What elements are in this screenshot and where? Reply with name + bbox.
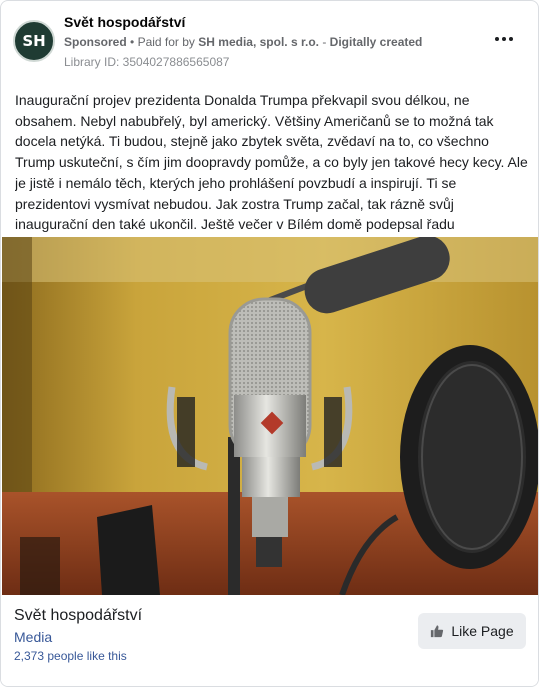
ad-body-text: Inaugurační projev prezidenta Donalda Tr… bbox=[15, 92, 528, 233]
more-dots-icon bbox=[502, 37, 506, 41]
footer-page-name[interactable]: Svět hospodářství bbox=[14, 607, 142, 625]
library-id: Library ID: 3504027886565087 bbox=[64, 55, 230, 69]
more-dots-icon bbox=[509, 37, 513, 41]
avatar-text: SH bbox=[22, 32, 46, 50]
paid-by-name: SH media, spol. s r.o. bbox=[198, 35, 319, 49]
footer-likes-count[interactable]: 2,373 people like this bbox=[14, 649, 127, 663]
page-name-link[interactable]: Svět hospodářství bbox=[64, 14, 185, 30]
separator-dash: - bbox=[322, 35, 327, 49]
more-options-button[interactable] bbox=[490, 29, 518, 49]
thumbs-up-icon bbox=[431, 625, 444, 638]
separator-dot: • bbox=[130, 35, 135, 49]
paid-for-label: Paid for by bbox=[137, 35, 195, 49]
footer-category[interactable]: Media bbox=[14, 629, 52, 645]
more-dots-icon bbox=[495, 37, 499, 41]
like-page-label: Like Page bbox=[451, 623, 514, 639]
sponsored-line: Sponsored • Paid for by SH media, spol. … bbox=[64, 35, 422, 49]
ad-card: SH Svět hospodářství Sponsored • Paid fo… bbox=[0, 0, 539, 687]
like-page-button[interactable]: Like Page bbox=[418, 613, 526, 649]
digitally-created-label: Digitally created bbox=[329, 35, 423, 49]
ad-header: SH Svět hospodářství Sponsored • Paid fo… bbox=[13, 13, 526, 73]
sponsored-label: Sponsored bbox=[64, 35, 127, 49]
ad-image[interactable] bbox=[2, 237, 538, 595]
ad-footer: Svět hospodářství Media 2,373 people lik… bbox=[1, 595, 538, 686]
page-avatar[interactable]: SH bbox=[13, 20, 55, 62]
